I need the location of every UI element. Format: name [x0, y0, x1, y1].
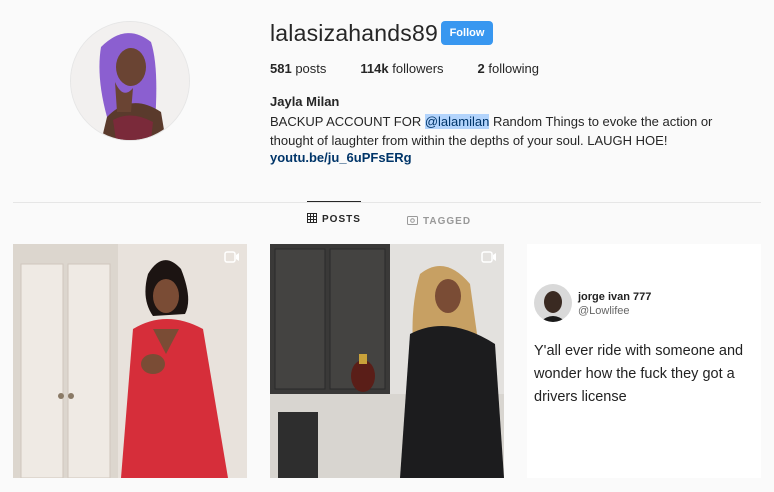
- post-thumbnail[interactable]: [13, 244, 247, 478]
- profile-stats: 581 posts 114k followers 2 following: [270, 61, 573, 76]
- posts-count: 581: [270, 61, 292, 76]
- followers-count: 114k: [360, 61, 389, 76]
- tab-tagged-label: TAGGED: [423, 215, 472, 227]
- following-count: 2: [477, 61, 485, 76]
- tweet-author-name: jorge ivan 777: [578, 291, 652, 303]
- follow-button[interactable]: Follow: [441, 21, 493, 45]
- profile-bio: BACKUP ACCOUNT FOR @lalamilan Random Thi…: [270, 112, 740, 150]
- posts-label: posts: [295, 61, 327, 76]
- tweet-author-handle: @Lowlifee: [578, 305, 630, 317]
- profile-username: lalasizahands89: [270, 20, 438, 46]
- grid-icon: [307, 213, 317, 226]
- tag-icon: [407, 215, 418, 228]
- post-thumbnail[interactable]: [270, 244, 504, 478]
- followers-label: followers: [392, 61, 444, 76]
- post-thumbnail[interactable]: jorge ivan 777 @Lowlifee Y'all ever ride…: [527, 244, 761, 478]
- bio-prefix: BACKUP ACCOUNT FOR: [270, 114, 425, 129]
- profile-full-name: Jayla Milan: [270, 94, 340, 109]
- tweet-text: Y'all ever ride with someone and wonder …: [534, 343, 744, 405]
- video-icon: [481, 251, 497, 263]
- tab-posts[interactable]: POSTS: [307, 201, 361, 237]
- followers-stat[interactable]: 114k followers: [360, 61, 443, 76]
- bio-mention-link[interactable]: @lalamilan: [424, 114, 490, 129]
- following-stat[interactable]: 2 following: [478, 61, 539, 76]
- profile-avatar[interactable]: [70, 21, 190, 141]
- following-label: following: [488, 61, 539, 76]
- tab-tagged[interactable]: TAGGED: [407, 203, 471, 239]
- posts-stat: 581 posts: [270, 61, 326, 76]
- tab-posts-label: POSTS: [322, 214, 361, 225]
- tweet-avatar: [534, 284, 572, 322]
- section-divider: [13, 202, 761, 203]
- video-icon: [224, 251, 240, 263]
- profile-website-link[interactable]: youtu.be/ju_6uPFsERg: [270, 150, 412, 165]
